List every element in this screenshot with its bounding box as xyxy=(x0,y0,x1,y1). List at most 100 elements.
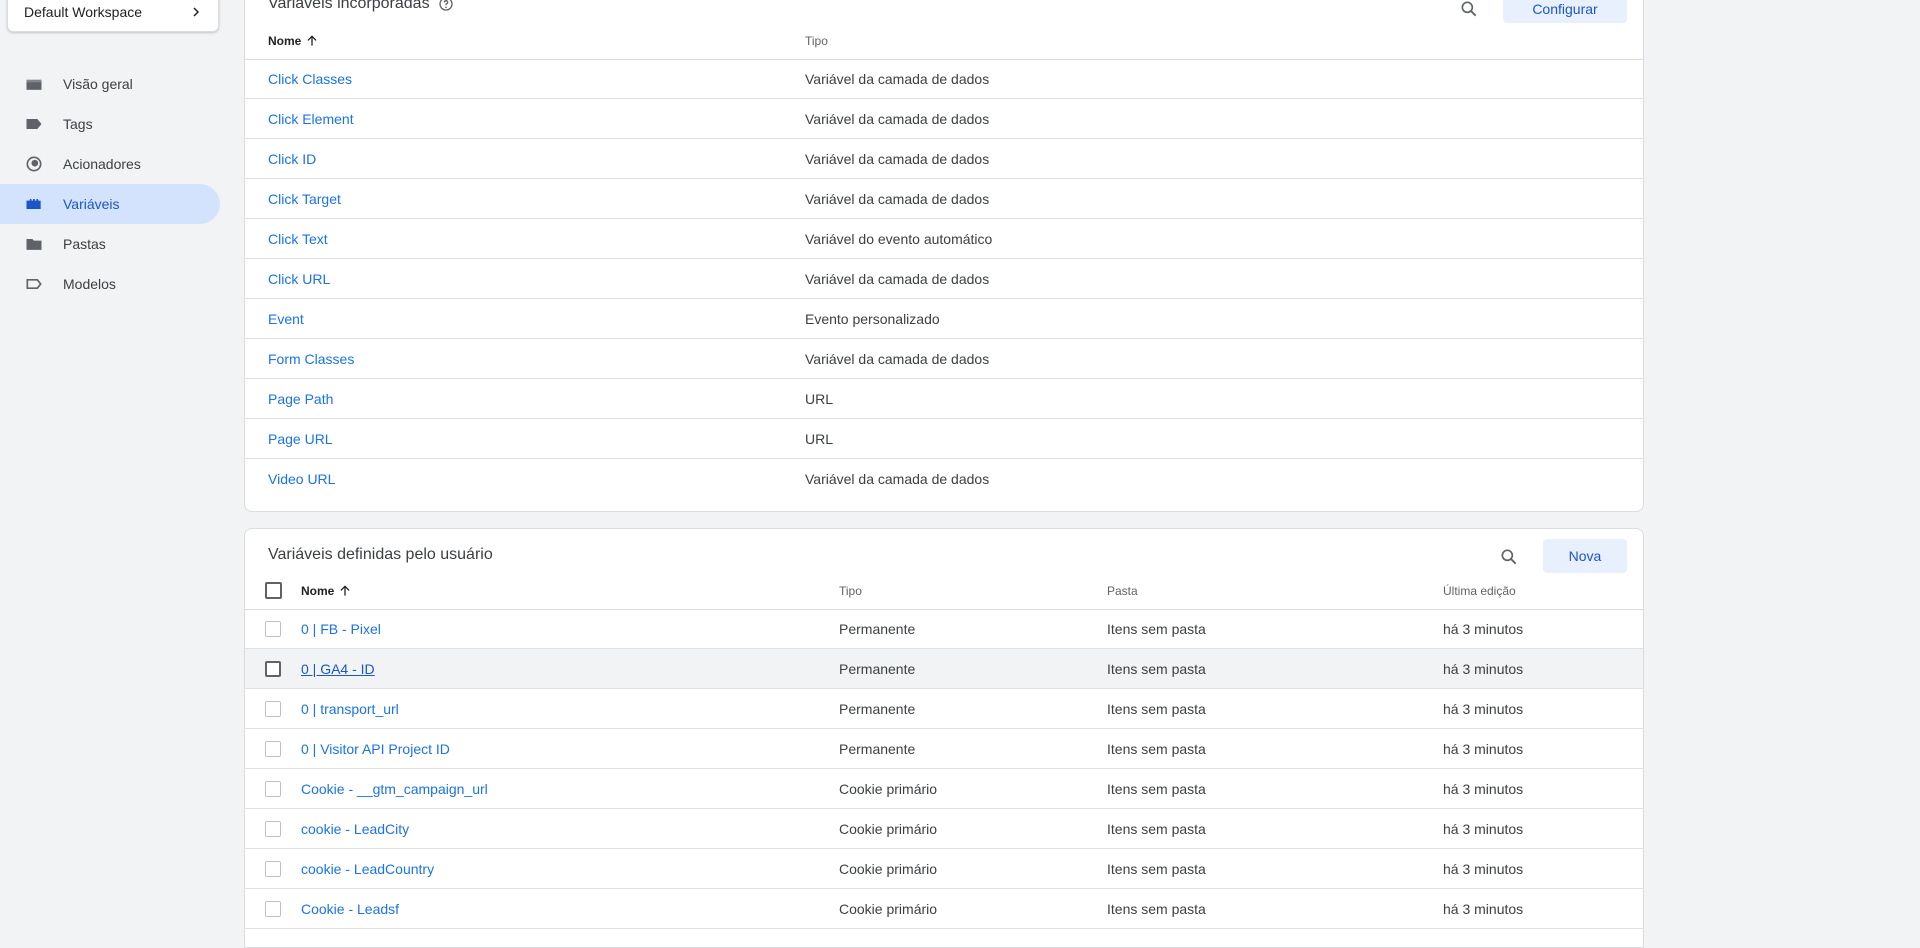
table-row[interactable]: Click Classes Variável da camada de dados xyxy=(245,59,1643,99)
help-icon[interactable] xyxy=(438,0,454,12)
variable-type: Variável da camada de dados xyxy=(805,70,990,87)
sidebar-item-templates[interactable]: Modelos xyxy=(0,264,230,304)
table-row[interactable]: Page URL URL xyxy=(245,419,1643,459)
variable-type: Variável da camada de dados xyxy=(805,350,990,367)
variable-name-link[interactable]: Video URL xyxy=(268,471,335,487)
table-row[interactable]: Cookie - Leadsf Cookie primário Itens sem … xyxy=(245,889,1643,929)
sidebar-item-label: Pastas xyxy=(63,236,106,252)
row-checkbox[interactable] xyxy=(265,741,281,757)
variable-name-link[interactable]: Cookie - Leadsf xyxy=(301,901,399,917)
table-row[interactable]: Click URL Variável da camada de dados xyxy=(245,259,1643,299)
row-checkbox[interactable] xyxy=(265,661,281,677)
variable-type: Variável da camada de dados xyxy=(805,190,990,207)
variable-folder: Itens sem pasta xyxy=(1107,700,1206,717)
variable-name-link[interactable]: Click Element xyxy=(268,111,354,127)
variable-folder: Itens sem pasta xyxy=(1107,780,1206,797)
trigger-icon xyxy=(24,154,44,174)
variable-name-link[interactable]: 0 | Visitor API Project ID xyxy=(301,741,450,757)
table-row[interactable]: 0 | Visitor API Project ID Permanente Iten… xyxy=(245,729,1643,769)
table-row[interactable]: 0 | GA4 - ID Permanente Itens sem pasta há … xyxy=(245,649,1643,689)
sidebar-item-label: Visão geral xyxy=(63,76,133,92)
table-row[interactable]: 0 | transport_url Permanente Itens sem pas… xyxy=(245,689,1643,729)
variable-name-link[interactable]: Form Classes xyxy=(268,351,354,367)
variable-type: Variável da camada de dados xyxy=(805,150,990,167)
variable-folder: Itens sem pasta xyxy=(1107,740,1206,757)
variable-type: Cookie primário xyxy=(839,780,938,797)
row-checkbox[interactable] xyxy=(265,861,281,877)
sidebar-item-triggers[interactable]: Acionadores xyxy=(0,144,230,184)
variable-last-edit: há 3 minutos xyxy=(1443,620,1524,637)
table-row[interactable]: Click ID Variável da camada de dados xyxy=(245,139,1643,179)
variable-type: Cookie primário xyxy=(839,860,938,877)
variable-name-link[interactable]: 0 | GA4 - ID xyxy=(301,661,375,677)
table-row[interactable]: Click Text Variável do evento automático xyxy=(245,219,1643,259)
variable-name-link[interactable]: Click Target xyxy=(268,191,341,207)
sidebar-item-overview[interactable]: Visão geral xyxy=(0,64,230,104)
variable-last-edit: há 3 minutos xyxy=(1443,780,1524,797)
search-button[interactable] xyxy=(1455,0,1483,23)
user-title: Variáveis definidas pelo usuário xyxy=(268,546,493,563)
table-row[interactable]: Video URL Variável da camada de dados xyxy=(245,459,1643,499)
table-row[interactable]: Page Path URL xyxy=(245,379,1643,419)
sidebar-item-variables[interactable]: Variáveis xyxy=(0,184,220,224)
table-row[interactable]: Click Element Variável da camada de dados xyxy=(245,99,1643,139)
variables-icon xyxy=(24,194,44,214)
variable-type: URL xyxy=(805,390,834,407)
variable-folder: Itens sem pasta xyxy=(1107,620,1206,637)
sidebar-item-tags[interactable]: Tags xyxy=(0,104,230,144)
new-button[interactable]: Nova xyxy=(1543,539,1627,573)
row-checkbox[interactable] xyxy=(265,701,281,717)
variable-name-link[interactable]: Click Classes xyxy=(268,71,352,87)
card-title: Variáveis incorporadas xyxy=(268,0,454,13)
sidebar-item-folders[interactable]: Pastas xyxy=(0,224,230,264)
variable-last-edit: há 3 minutos xyxy=(1443,700,1524,717)
configure-button[interactable]: Configurar xyxy=(1503,0,1627,23)
variable-name-link[interactable]: Event xyxy=(268,311,304,327)
variable-name-link[interactable]: cookie - LeadCountry xyxy=(301,861,434,877)
table-row[interactable]: 0 | FB - Pixel Permanente Itens sem pasta h… xyxy=(245,609,1643,649)
row-checkbox[interactable] xyxy=(265,621,281,637)
table-row[interactable]: cookie - LeadCity Cookie primário Itens se… xyxy=(245,809,1643,849)
variable-name-link[interactable]: Page Path xyxy=(268,391,333,407)
col-name-header[interactable]: Nome xyxy=(268,34,319,48)
variable-name-link[interactable]: 0 | transport_url xyxy=(301,701,399,717)
variable-name-link[interactable]: Page URL xyxy=(268,431,333,447)
variable-folder: Itens sem pasta xyxy=(1107,900,1206,917)
search-button[interactable] xyxy=(1495,543,1523,571)
table-row[interactable]: Form Classes Variável da camada de dados xyxy=(245,339,1643,379)
card-title: Variáveis definidas pelo usuário xyxy=(268,546,493,564)
workspace-selector[interactable]: Default Workspace xyxy=(7,0,219,32)
variable-type: Cookie primário xyxy=(839,900,938,917)
variable-type: Cookie primário xyxy=(839,820,938,837)
search-icon xyxy=(1459,0,1479,19)
select-all-checkbox[interactable] xyxy=(265,582,282,599)
table-row[interactable]: Cookie - __gtm_campaign_url Cookie primár… xyxy=(245,769,1643,809)
row-checkbox[interactable] xyxy=(265,821,281,837)
variable-last-edit: há 3 minutos xyxy=(1443,900,1524,917)
variable-last-edit: há 3 minutos xyxy=(1443,740,1524,757)
sidebar-item-label: Tags xyxy=(63,116,93,132)
col-name-label: Nome xyxy=(268,34,302,48)
row-checkbox[interactable] xyxy=(265,781,281,797)
table-row[interactable]: Click Target Variável da camada de dados xyxy=(245,179,1643,219)
workspace-name: Default Workspace xyxy=(24,4,143,20)
variable-name-link[interactable]: Click ID xyxy=(268,151,316,167)
builtin-variables-card: Variáveis incorporadas Configurar Nome T… xyxy=(244,0,1644,512)
variable-type: Permanente xyxy=(839,700,916,717)
col-name-header[interactable]: Nome xyxy=(301,584,352,598)
col-type-header: Tipo xyxy=(839,584,862,598)
variable-name-link[interactable]: 0 | FB - Pixel xyxy=(301,621,381,637)
table-row[interactable]: cookie - LeadCountry Cookie primário Itens… xyxy=(245,849,1643,889)
row-checkbox[interactable] xyxy=(265,901,281,917)
variable-type: Variável da camada de dados xyxy=(805,110,990,127)
variable-name-link[interactable]: Cookie - __gtm_campaign_url xyxy=(301,781,488,797)
variable-name-link[interactable]: cookie - LeadCity xyxy=(301,821,409,837)
variable-folder: Itens sem pasta xyxy=(1107,660,1206,677)
sidebar-nav: Visão geral Tags Acionadores Variáveis P… xyxy=(0,64,230,304)
user-variables-card: Variáveis definidas pelo usuário Nova No… xyxy=(244,528,1644,948)
variable-type: Variável da camada de dados xyxy=(805,270,990,287)
variable-name-link[interactable]: Click Text xyxy=(268,231,328,247)
table-row[interactable]: Event Evento personalizado xyxy=(245,299,1643,339)
arrow-up-icon xyxy=(307,35,317,46)
variable-name-link[interactable]: Click URL xyxy=(268,271,330,287)
